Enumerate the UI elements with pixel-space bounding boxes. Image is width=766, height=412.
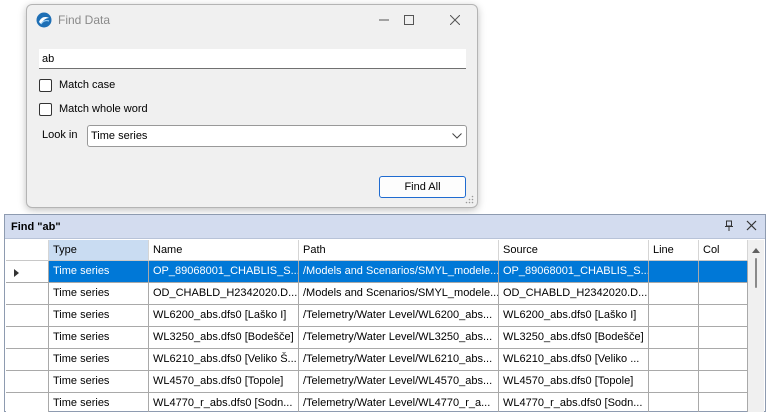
cell-source[interactable]: WL6210_abs.dfs0 [Veliko ... xyxy=(499,349,649,371)
cell-name[interactable]: WL6200_abs.dfs0 [Laško I] xyxy=(149,305,299,327)
cell-line[interactable] xyxy=(649,327,699,349)
cell-source[interactable]: WL4570_abs.dfs0 [Topole] xyxy=(499,371,649,393)
cell-col[interactable] xyxy=(699,371,748,393)
look-in-value: Time series xyxy=(91,130,148,142)
panel-close-icon[interactable] xyxy=(746,220,757,234)
cell-path[interactable]: /Telemetry/Water Level/WL4770_r_a... xyxy=(299,393,499,412)
cell-type[interactable]: Time series xyxy=(49,371,149,393)
row-header[interactable] xyxy=(6,261,49,283)
cell-source[interactable]: OP_89068001_CHABLIS_S... xyxy=(499,261,649,283)
match-whole-word-checkbox[interactable] xyxy=(39,102,52,116)
table-row[interactable]: Time series WL4770_r_abs.dfs0 [Sodn.../Te… xyxy=(6,393,748,412)
row-header[interactable] xyxy=(6,349,49,371)
table-row[interactable]: Time series WL6210_abs.dfs0 [Veliko Š... /… xyxy=(6,349,748,371)
table-row[interactable]: Time series OD_CHABLD_H2342020.D.../Model… xyxy=(6,283,748,305)
cell-source[interactable]: OD_CHABLD_H2342020.D... xyxy=(499,283,649,305)
minimize-icon[interactable] xyxy=(373,9,395,31)
column-header-line[interactable]: Line xyxy=(649,240,699,261)
column-header-col[interactable]: Col xyxy=(699,240,748,261)
cell-col[interactable] xyxy=(699,327,748,349)
resize-grip-icon[interactable] xyxy=(465,195,474,204)
row-header[interactable] xyxy=(6,393,49,412)
cell-path[interactable]: /Telemetry/Water Level/WL3250_abs... xyxy=(299,327,499,349)
row-header[interactable] xyxy=(6,283,49,305)
row-header-corner xyxy=(6,240,49,261)
cell-path[interactable]: /Telemetry/Water Level/WL6200_abs... xyxy=(299,305,499,327)
current-row-arrow-icon xyxy=(14,268,19,280)
cell-source[interactable]: WL4770_r_abs.dfs0 [Sodn... xyxy=(499,393,649,412)
cell-name[interactable]: OD_CHABLD_H2342020.D... xyxy=(149,283,299,305)
row-header[interactable] xyxy=(6,371,49,393)
table-row[interactable]: Time series WL6200_abs.dfs0 [Laško I]/Tel… xyxy=(6,305,748,327)
column-header-name[interactable]: Name xyxy=(149,240,299,261)
match-case-option[interactable]: Match case xyxy=(39,77,115,93)
scroll-up-icon[interactable] xyxy=(752,244,760,256)
row-header[interactable] xyxy=(6,327,49,349)
cell-col[interactable] xyxy=(699,393,748,412)
table-row[interactable]: Time series WL3250_abs.dfs0 [Bodešče]/Tel… xyxy=(6,327,748,349)
match-whole-word-option[interactable]: Match whole word xyxy=(39,101,148,117)
scrollbar-thumb[interactable] xyxy=(755,258,757,288)
match-case-label: Match case xyxy=(59,79,116,91)
search-input[interactable] xyxy=(39,49,466,69)
find-data-dialog: Find Data Match case Match whole word Lo… xyxy=(26,4,478,208)
cell-name[interactable]: WL3250_abs.dfs0 [Bodešče] xyxy=(149,327,299,349)
cell-type[interactable]: Time series xyxy=(49,349,149,371)
cell-col[interactable] xyxy=(699,349,748,371)
chevron-down-icon[interactable] xyxy=(448,126,466,146)
match-whole-word-label: Match whole word xyxy=(59,103,148,115)
match-case-checkbox[interactable] xyxy=(39,78,52,92)
table-row[interactable]: Time series OP_89068001_CHABLIS_S.../Mode… xyxy=(6,261,748,283)
cell-source[interactable]: WL3250_abs.dfs0 [Bodešče] xyxy=(499,327,649,349)
dialog-title: Find Data xyxy=(58,13,111,27)
cell-name[interactable]: WL4570_abs.dfs0 [Topole] xyxy=(149,371,299,393)
maximize-icon[interactable] xyxy=(398,9,420,31)
look-in-label: Look in xyxy=(42,129,78,141)
panel-title: Find "ab" xyxy=(11,221,61,233)
dialog-titlebar[interactable]: Find Data xyxy=(27,5,477,35)
find-all-button[interactable]: Find All xyxy=(379,176,466,198)
pin-icon[interactable] xyxy=(723,220,735,235)
cell-line[interactable] xyxy=(649,283,699,305)
cell-path[interactable]: /Models and Scenarios/SMYL_modele... xyxy=(299,261,499,283)
column-header-source[interactable]: Source xyxy=(499,240,649,261)
find-results-panel: Find "ab" Type Name Path Source Line Col… xyxy=(4,214,766,412)
app-logo-icon xyxy=(36,12,52,28)
results-grid: Type Name Path Source Line Col Time seri… xyxy=(6,240,748,412)
cell-type[interactable]: Time series xyxy=(49,393,149,412)
cell-path[interactable]: /Models and Scenarios/SMYL_modele... xyxy=(299,283,499,305)
cell-line[interactable] xyxy=(649,349,699,371)
cell-path[interactable]: /Telemetry/Water Level/WL6210_abs... xyxy=(299,349,499,371)
table-row[interactable]: Time series WL4570_abs.dfs0 [Topole]/Tele… xyxy=(6,371,748,393)
cell-col[interactable] xyxy=(699,283,748,305)
cell-col[interactable] xyxy=(699,261,748,283)
cell-type[interactable]: Time series xyxy=(49,261,149,283)
column-header-path[interactable]: Path xyxy=(299,240,499,261)
close-icon[interactable] xyxy=(444,9,466,31)
cell-type[interactable]: Time series xyxy=(49,327,149,349)
grid-header-row: Type Name Path Source Line Col xyxy=(6,240,748,261)
cell-name[interactable]: OP_89068001_CHABLIS_S... xyxy=(149,261,299,283)
panel-header: Find "ab" xyxy=(5,215,765,239)
column-header-type[interactable]: Type xyxy=(49,240,149,261)
row-header[interactable] xyxy=(6,305,49,327)
cell-line[interactable] xyxy=(649,371,699,393)
cell-line[interactable] xyxy=(649,305,699,327)
cell-source[interactable]: WL6200_abs.dfs0 [Laško I] xyxy=(499,305,649,327)
cell-col[interactable] xyxy=(699,305,748,327)
cell-name[interactable]: WL6210_abs.dfs0 [Veliko Š... xyxy=(149,349,299,371)
vertical-scrollbar[interactable] xyxy=(748,240,764,412)
cell-line[interactable] xyxy=(649,261,699,283)
cell-name[interactable]: WL4770_r_abs.dfs0 [Sodn... xyxy=(149,393,299,412)
cell-line[interactable] xyxy=(649,393,699,412)
cell-type[interactable]: Time series xyxy=(49,283,149,305)
look-in-dropdown[interactable]: Time series xyxy=(87,125,467,147)
cell-path[interactable]: /Telemetry/Water Level/WL4570_abs... xyxy=(299,371,499,393)
cell-type[interactable]: Time series xyxy=(49,305,149,327)
